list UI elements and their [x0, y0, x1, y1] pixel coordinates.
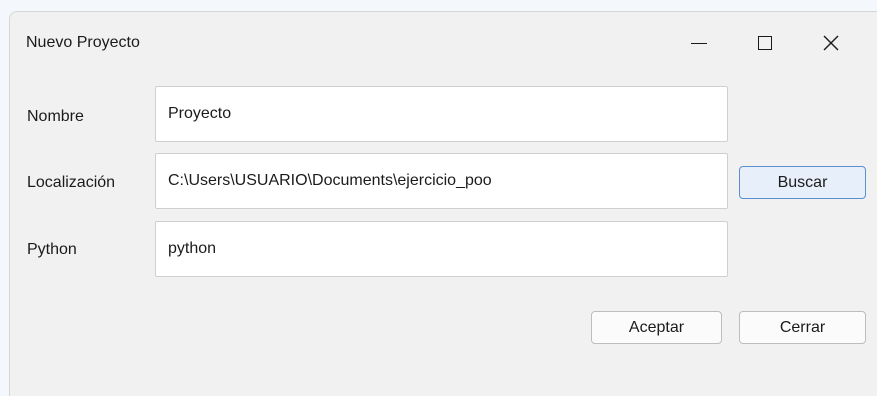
location-input[interactable] — [155, 153, 728, 209]
dialog-window: Nuevo Proyecto Nombre Localización Busca… — [9, 11, 877, 396]
minimize-icon — [691, 42, 707, 44]
close-icon — [823, 35, 839, 51]
location-label: Localización — [27, 174, 116, 191]
python-label: Python — [27, 241, 77, 258]
window-title: Nuevo Proyecto — [26, 34, 140, 51]
python-input[interactable] — [155, 221, 728, 277]
maximize-icon — [758, 36, 772, 50]
maximize-button[interactable] — [735, 12, 795, 74]
name-label: Nombre — [27, 108, 84, 125]
name-input[interactable] — [155, 86, 728, 142]
cancel-button[interactable]: Cerrar — [739, 311, 866, 344]
browse-button[interactable]: Buscar — [739, 166, 866, 199]
minimize-button[interactable] — [669, 12, 729, 74]
accept-button[interactable]: Aceptar — [591, 311, 722, 344]
close-window-button[interactable] — [801, 12, 861, 74]
title-bar[interactable]: Nuevo Proyecto — [10, 12, 877, 74]
